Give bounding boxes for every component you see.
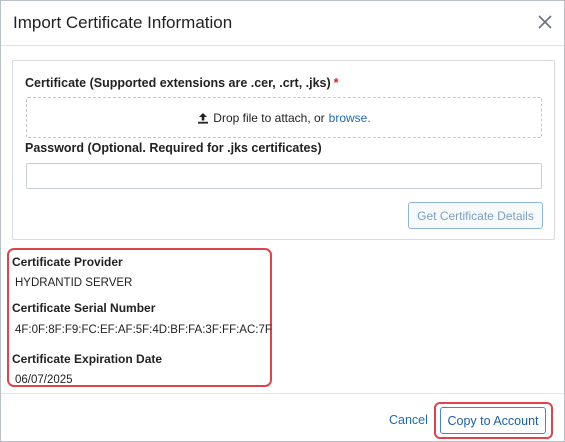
copy-to-account-button[interactable]: Copy to Account — [440, 407, 546, 434]
cancel-button[interactable]: Cancel — [389, 413, 428, 427]
expiration-value: 06/07/2025 — [15, 374, 73, 386]
browse-link[interactable]: browse. — [329, 111, 371, 125]
get-certificate-details-button[interactable]: Get Certificate Details — [408, 202, 543, 229]
drop-text: Drop file to attach, or — [213, 110, 325, 125]
certificate-info-highlight: Certificate Provider HYDRANTID SERVER Ce… — [7, 248, 272, 387]
dialog-title: Import Certificate Information — [13, 13, 233, 32]
certificate-upload-panel: Certificate (Supported extensions are .c… — [12, 60, 555, 240]
password-input[interactable] — [26, 163, 542, 189]
serial-label: Certificate Serial Number — [12, 301, 156, 315]
provider-label: Certificate Provider — [12, 255, 123, 269]
required-marker: * — [333, 76, 339, 90]
expiration-label: Certificate Expiration Date — [12, 352, 163, 366]
import-certificate-dialog: Import Certificate Information Certifica… — [0, 0, 565, 442]
close-icon[interactable] — [534, 11, 556, 33]
footer-divider — [1, 393, 564, 394]
password-label: Password (Optional. Required for .jks ce… — [25, 141, 322, 155]
certificate-label: Certificate (Supported extensions are .c… — [25, 76, 339, 90]
provider-value: HYDRANTID SERVER — [15, 277, 133, 289]
certificate-label-text: Certificate (Supported extensions are .c… — [25, 76, 331, 90]
file-dropzone[interactable]: Drop file to attach, or browse. — [26, 97, 542, 138]
dialog-header: Import Certificate Information — [1, 1, 564, 46]
upload-icon — [197, 112, 209, 124]
serial-value: 4F:0F:8F:F9:FC:EF:AF:5F:4D:BF:FA:3F:FF:A… — [15, 324, 272, 336]
